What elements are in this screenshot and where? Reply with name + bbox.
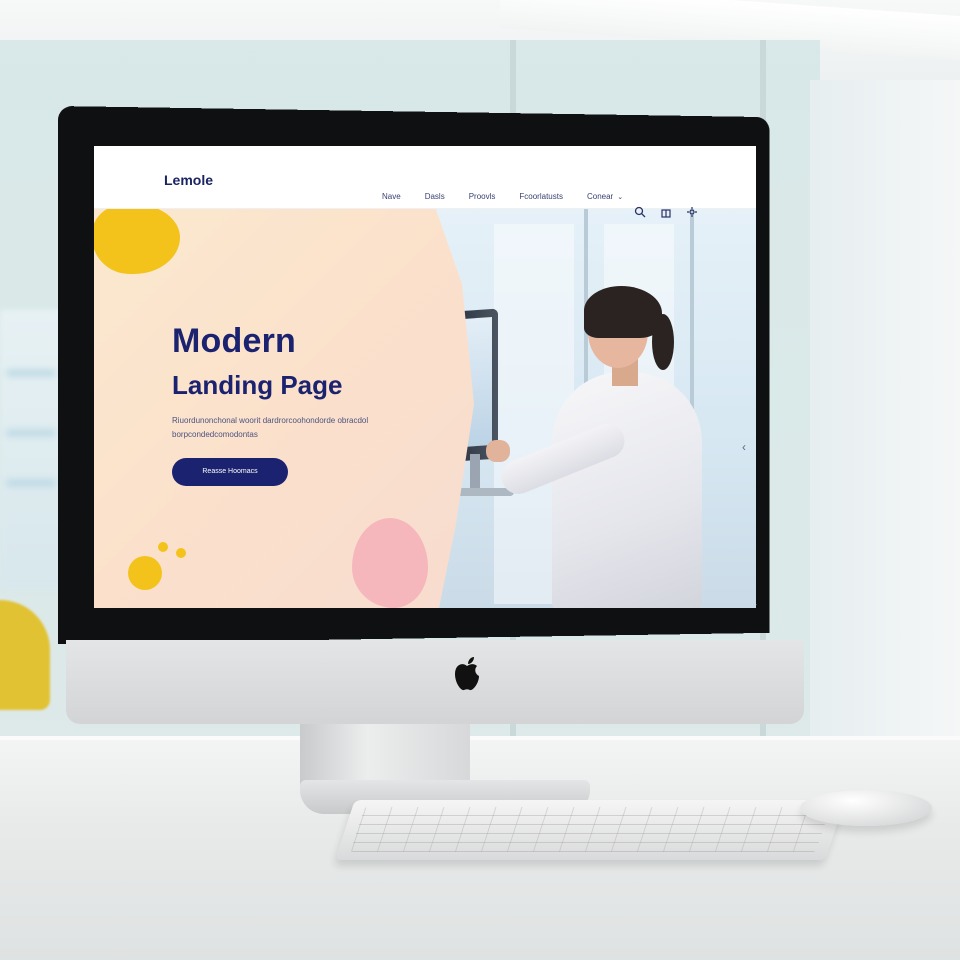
background-monitor-line [6,480,56,486]
chevron-down-icon: ⌄ [617,194,624,201]
gift-icon[interactable] [660,206,672,218]
person-hand [486,440,510,462]
hero-description: Riuordunonchonal woorit dardrorcoohondor… [172,416,369,439]
site-logo[interactable]: Lemole [164,172,213,188]
person-ponytail [652,314,674,370]
nav-link-details[interactable]: Dasls [425,192,445,201]
decorative-dot [158,542,168,552]
search-icon[interactable] [634,206,646,218]
mouse[interactable] [800,790,932,826]
nav-link-products[interactable]: Proovls [469,192,496,201]
hero-photo: ‹ [434,204,756,608]
apple-logo [455,657,479,691]
keyboard[interactable] [335,800,845,860]
keyboard-keys [349,807,831,852]
settings-icon[interactable] [686,206,698,218]
background-monitor-line [6,370,56,376]
nav-link-contact-label: Conear [586,192,614,201]
slider-prev-arrow-icon[interactable]: ‹ [742,440,746,454]
decorative-dot [176,548,186,558]
hero-subtitle: Landing Page [172,370,343,400]
monitor-screen: ‹ Modern Landing Page Riuordunonchonal w… [94,146,756,608]
hero-cta-button[interactable]: Reasse Hoomacs [172,458,288,486]
person-hair [584,286,662,338]
monitor-chin [66,640,804,724]
decorative-dot [128,556,162,590]
nav-links: Nave Dasls Proovls Fcoorlatusts Conear ⌄ [382,192,623,201]
nav-icons [634,206,698,218]
hero-title: Modern [172,322,296,360]
right-pillar [810,80,960,740]
site-navbar: Lemole Nave Dasls Proovls Fcoorlatusts C… [94,146,756,218]
decorative-pink-blob [352,518,428,608]
nav-link-contact[interactable]: Conear ⌄ [587,192,623,201]
nav-link-home[interactable]: Nave [382,192,401,201]
nav-link-features[interactable]: Fcoorlatusts [519,192,563,201]
person-body [552,372,702,608]
background-monitor-line [6,430,56,436]
